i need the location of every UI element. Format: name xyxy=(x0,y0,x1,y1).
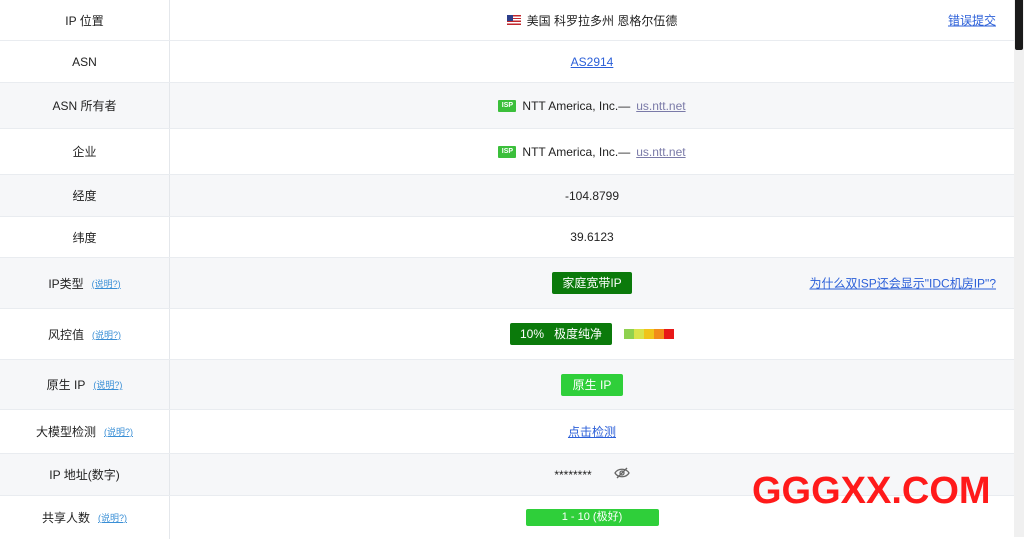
ip-numeric-masked: ******** xyxy=(554,467,592,482)
shared-users-badge: 1 - 10 (极好) xyxy=(525,509,659,526)
us-flag-icon xyxy=(506,15,521,25)
row-native-ip: 原生 IP (说明?) 原生 IP xyxy=(0,360,1014,410)
risk-scale-bar xyxy=(624,329,675,339)
watermark-text: GGGXX.COM xyxy=(752,470,991,512)
risk-help-link[interactable]: (说明?) xyxy=(92,328,121,341)
value-enterprise: ISP NTT America, Inc.— us.ntt.net xyxy=(170,129,1014,174)
row-ip-location: IP 位置 美国 科罗拉多州 恩格尔伍德 错误提交 xyxy=(0,0,1014,41)
value-latitude: 39.6123 xyxy=(570,230,614,244)
report-error-link[interactable]: 错误提交 xyxy=(948,12,996,29)
enterprise-domain-link[interactable]: us.ntt.net xyxy=(636,145,685,159)
enterprise-company: NTT America, Inc.— xyxy=(522,144,631,159)
llm-detect-help-link[interactable]: (说明?) xyxy=(104,425,133,438)
risk-scale-segment xyxy=(664,329,675,339)
label-latitude: 纬度 xyxy=(0,217,170,257)
ip-info-table: IP 位置 美国 科罗拉多州 恩格尔伍德 错误提交 ASN AS2914 ASN… xyxy=(0,0,1014,539)
ip-type-badge: 家庭宽带IP xyxy=(552,272,632,294)
asn-owner-domain-link[interactable]: us.ntt.net xyxy=(636,99,685,113)
row-asn-owner: ASN 所有者 ISP NTT America, Inc.— us.ntt.ne… xyxy=(0,83,1014,129)
llm-detect-label-text: 大模型检测 xyxy=(35,425,96,439)
risk-scale-segment xyxy=(654,329,665,339)
asn-link[interactable]: AS2914 xyxy=(571,55,614,69)
isp-badge-icon: ISP xyxy=(498,145,517,158)
row-enterprise: 企业 ISP NTT America, Inc.— us.ntt.net xyxy=(0,129,1014,175)
scrollbar-thumb[interactable] xyxy=(1015,0,1023,50)
value-llm-detect: 点击检测 xyxy=(170,410,1014,453)
native-ip-label-text: 原生 IP xyxy=(46,378,86,392)
eye-hidden-icon[interactable] xyxy=(613,467,630,482)
label-native-ip: 原生 IP (说明?) xyxy=(0,360,170,409)
ip-type-help-link[interactable]: (说明?) xyxy=(92,277,121,290)
label-risk: 风控值 (说明?) xyxy=(0,309,170,359)
value-longitude: -104.8799 xyxy=(564,188,620,203)
row-risk: 风控值 (说明?) 10% 极度纯净 xyxy=(0,309,1014,360)
risk-label-text: 风控值 xyxy=(47,327,84,342)
row-latitude: 纬度 39.6123 xyxy=(0,217,1014,258)
click-detect-link[interactable]: 点击检测 xyxy=(568,423,616,440)
risk-score-badge: 10% 极度纯净 xyxy=(509,323,613,345)
row-longitude: 经度 -104.8799 xyxy=(0,175,1014,217)
native-ip-badge: 原生 IP xyxy=(560,373,624,396)
label-longitude: 经度 xyxy=(0,175,170,216)
label-ip-numeric: IP 地址(数字) xyxy=(0,454,170,495)
value-native-ip: 原生 IP xyxy=(170,360,1014,409)
label-asn-owner: ASN 所有者 xyxy=(0,83,170,128)
value-asn-owner: ISP NTT America, Inc.— us.ntt.net xyxy=(170,83,1014,128)
location-text: 美国 科罗拉多州 恩格尔伍德 xyxy=(526,13,678,28)
shared-users-label-text: 共享人数 xyxy=(41,511,90,525)
label-ip-type: IP类型 (说明?) xyxy=(0,258,170,308)
risk-scale-segment xyxy=(634,329,645,339)
row-ip-type: IP类型 (说明?) 家庭宽带IP 为什么双ISP还会显示"IDC机房IP"? xyxy=(0,258,1014,309)
value-ip-location: 美国 科罗拉多州 恩格尔伍德 错误提交 xyxy=(170,0,1014,40)
label-ip-location: IP 位置 xyxy=(0,0,170,40)
label-llm-detect: 大模型检测 (说明?) xyxy=(0,410,170,453)
label-enterprise: 企业 xyxy=(0,129,170,174)
label-asn: ASN xyxy=(0,41,170,82)
isp-badge-icon: ISP xyxy=(498,99,517,112)
value-risk: 10% 极度纯净 xyxy=(170,309,1014,359)
dual-isp-question-link[interactable]: 为什么双ISP还会显示"IDC机房IP"? xyxy=(809,275,996,292)
scrollbar[interactable] xyxy=(1014,0,1024,537)
row-llm-detect: 大模型检测 (说明?) 点击检测 xyxy=(0,410,1014,454)
asn-owner-company: NTT America, Inc.— xyxy=(522,98,631,113)
row-asn: ASN AS2914 xyxy=(0,41,1014,83)
value-ip-type: 家庭宽带IP 为什么双ISP还会显示"IDC机房IP"? xyxy=(170,258,1014,308)
shared-users-help-link[interactable]: (说明?) xyxy=(98,511,127,524)
native-ip-help-link[interactable]: (说明?) xyxy=(93,378,122,391)
risk-scale-segment xyxy=(644,329,655,339)
label-shared-users: 共享人数 (说明?) xyxy=(0,496,170,539)
risk-scale-segment xyxy=(624,329,635,339)
ip-type-label-text: IP类型 xyxy=(48,276,84,291)
value-asn: AS2914 xyxy=(170,41,1014,82)
